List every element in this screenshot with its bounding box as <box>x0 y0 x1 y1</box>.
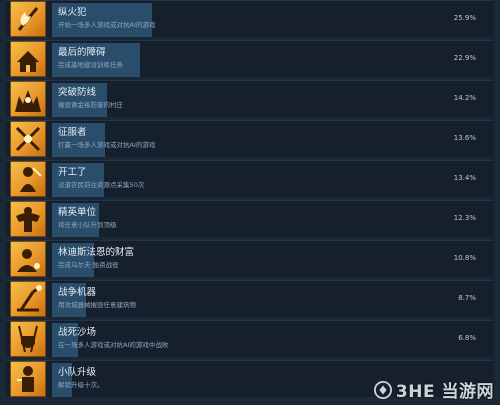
warrior-icon <box>10 361 46 397</box>
achievement-title: 小队升级 <box>58 367 97 378</box>
achievement-row: 征服者打赢一场多人游戏或对抗AI的游戏 13.6% <box>6 120 494 157</box>
achievement-title: 开工了 <box>58 167 87 178</box>
achievement-description: 打赢一场多人游戏或对抗AI的游戏 <box>58 141 156 149</box>
achievement-row: 战死沙场在一场多人游戏或对抗AI的游戏中战败 6.8% <box>6 320 494 357</box>
achievement-percent: 13.4% <box>453 174 476 182</box>
achievement-row: 精英单位将任意小队升到顶级 12.3% <box>6 200 494 237</box>
achievement-description: 解锁升级十次。 <box>58 381 104 389</box>
achievement-description: 用攻城器械摧毁任意建筑物 <box>58 301 136 309</box>
achievement-title: 林迪斯法恩的财富 <box>58 247 135 258</box>
achievement-percent: 13.6% <box>453 134 476 142</box>
achievement-title: 突破防线 <box>58 87 97 98</box>
achievement-title: 精英单位 <box>58 207 97 218</box>
achievement-description: 开始一场多人游戏或对抗AI的游戏 <box>58 21 156 29</box>
achievement-percent: 8.7% <box>458 294 476 302</box>
achievement-percent: 25.9% <box>453 14 476 22</box>
crossed-swords-icon <box>10 121 46 157</box>
achievement-title: 纵火犯 <box>58 7 87 18</box>
worker-icon <box>10 161 46 197</box>
achievement-title: 征服者 <box>58 127 87 138</box>
achievement-title: 最后的障碍 <box>58 47 106 58</box>
watermark-logo-icon <box>373 380 392 399</box>
achievement-title: 战争机器 <box>58 287 97 298</box>
achievement-row: 战争机器用攻城器械摧毁任意建筑物 8.7% <box>6 280 494 317</box>
watermark-text: 3HE 当游网 <box>395 382 494 402</box>
achievement-description: 将任意小队升到顶级 <box>58 221 117 229</box>
achievement-row: 突破防线摧毁黄金级防御的村庄 14.2% <box>6 80 494 117</box>
achievement-percent: 10.8% <box>453 254 476 262</box>
achievement-percent: 14.2% <box>453 94 476 102</box>
achievement-percent: 22.9% <box>453 54 476 62</box>
achievement-description: 在一场多人游戏或对抗AI的游戏中战败 <box>58 341 169 349</box>
achievement-row: 最后的障碍完成基地建设训练任务 22.9% <box>6 40 494 77</box>
achievement-row: 纵火犯开始一场多人游戏或对抗AI的游戏 25.9% <box>6 0 494 37</box>
achievement-percent: 6.8% <box>458 334 476 342</box>
catapult-icon <box>10 281 46 317</box>
fire-sword-icon <box>10 1 46 37</box>
house-icon <box>10 41 46 77</box>
treasure-icon <box>10 241 46 277</box>
achievement-row: 开工了派遣农民前往资源点采集50次 13.4% <box>6 160 494 197</box>
site-watermark: 3HE 当游网 <box>373 377 494 402</box>
achievement-description: 完成基地建设训练任务 <box>58 61 123 69</box>
achievement-row: 林迪斯法恩的财富 完成乌尔夫·独资战役 10.8% <box>6 240 494 277</box>
achievement-percent: 12.3% <box>453 214 476 222</box>
achievement-description: 派遣农民前往资源点采集50次 <box>58 181 145 189</box>
achievement-description: 完成乌尔夫·独资战役 <box>58 261 119 269</box>
strongman-icon <box>10 201 46 237</box>
shield-spears-icon <box>10 321 46 357</box>
achievement-description: 摧毁黄金级防御的村庄 <box>58 101 123 109</box>
achievement-title: 战死沙场 <box>58 327 97 338</box>
broken-wall-icon <box>10 81 46 117</box>
